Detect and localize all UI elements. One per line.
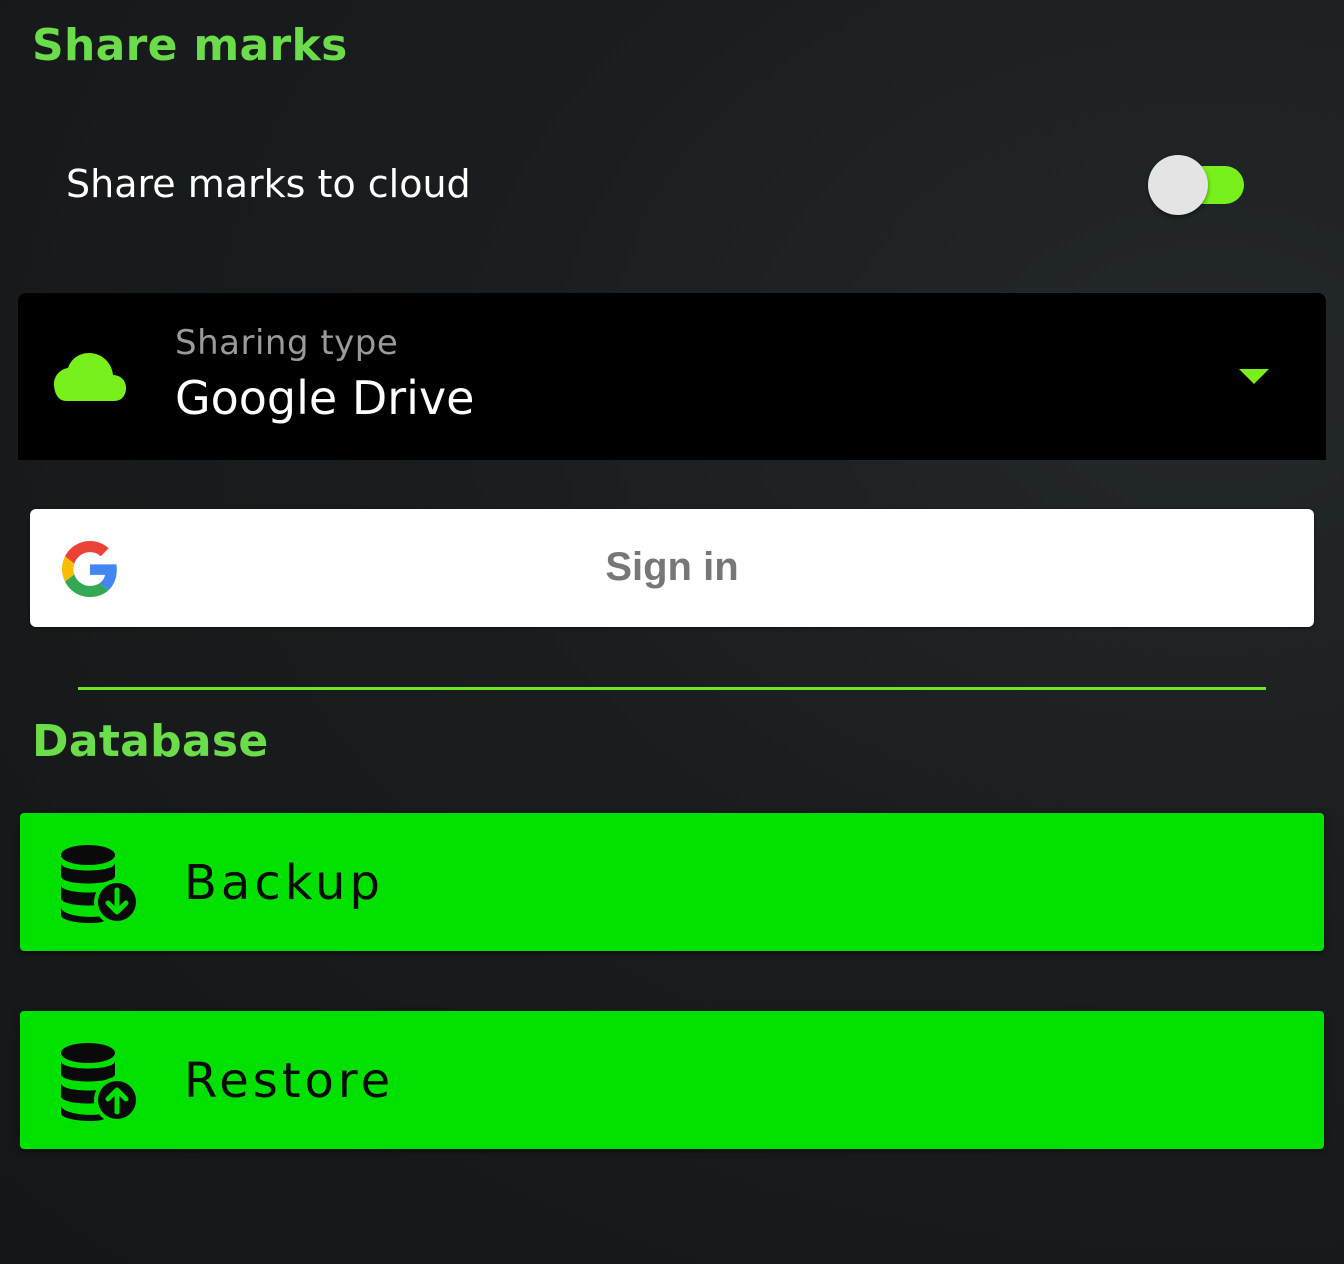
share-to-cloud-switch[interactable] xyxy=(1146,154,1246,216)
sharing-type-dropdown[interactable]: Sharing type Google Drive xyxy=(18,293,1326,460)
sign-in-label: Sign in xyxy=(605,545,739,589)
share-to-cloud-row[interactable]: Share marks to cloud xyxy=(0,140,1344,232)
dropdown-arrow-icon[interactable] xyxy=(1239,369,1269,384)
backup-button[interactable]: Backup xyxy=(20,813,1324,951)
restore-button[interactable]: Restore xyxy=(20,1011,1324,1149)
database-upload-icon xyxy=(61,1043,140,1123)
switch-thumb[interactable] xyxy=(1148,155,1208,215)
sharing-type-value: Google Drive xyxy=(175,371,475,425)
share-marks-title: Share marks xyxy=(32,20,348,71)
backup-label: Backup xyxy=(184,855,384,911)
google-sign-in-button[interactable]: Sign in xyxy=(30,509,1314,627)
cloud-icon xyxy=(54,353,126,401)
section-divider xyxy=(78,687,1266,690)
share-to-cloud-label: Share marks to cloud xyxy=(66,162,471,206)
database-title: Database xyxy=(32,716,269,767)
database-download-icon xyxy=(61,845,140,925)
restore-label: Restore xyxy=(184,1053,395,1109)
sharing-type-label: Sharing type xyxy=(175,323,399,363)
